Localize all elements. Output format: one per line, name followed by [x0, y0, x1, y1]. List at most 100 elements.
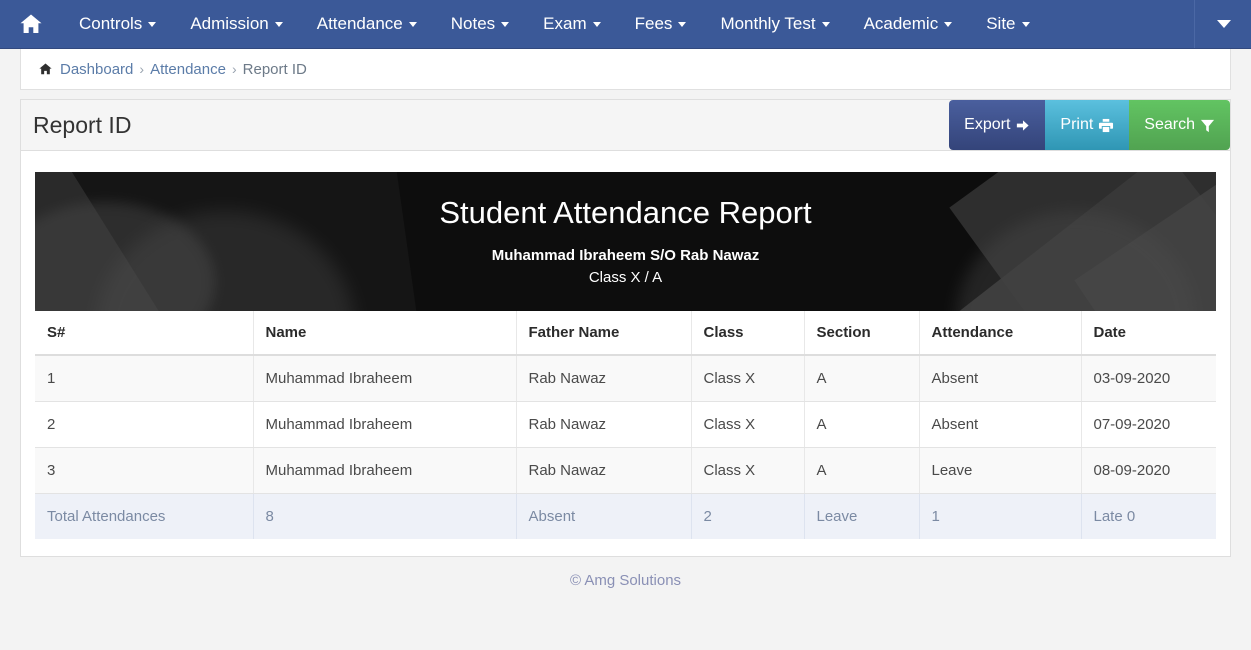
totals-late: Late 0 [1081, 493, 1216, 539]
column-header-date: Date [1081, 311, 1216, 356]
breadcrumb-item-report-id: Report ID [242, 60, 307, 78]
cell-serial: 3 [35, 447, 254, 494]
breadcrumb-separator: › [231, 61, 237, 77]
cell-father: Rab Nawaz [516, 447, 692, 494]
breadcrumb: Dashboard › Attendance › Report ID [20, 49, 1231, 90]
cell-date: 08-09-2020 [1081, 447, 1216, 494]
totals-total-value: 8 [253, 493, 517, 539]
nav-item-label: Admission [190, 14, 269, 33]
breadcrumb-item-attendance[interactable]: Attendance [150, 61, 226, 78]
totals-label: Total Attendances [35, 493, 254, 539]
report-banner: Student Attendance Report Muhammad Ibrah… [35, 172, 1216, 311]
banner-shape [395, 172, 1135, 311]
banner-shape [949, 172, 1216, 311]
nav-item-label: Site [986, 14, 1016, 33]
cell-serial: 1 [35, 355, 254, 402]
report-subtitle: Muhammad Ibraheem S/O Rab Nawaz Class X … [492, 245, 760, 289]
banner-shape [1074, 172, 1216, 311]
nav-item-exam[interactable]: Exam [526, 0, 617, 48]
filter-icon [1200, 118, 1215, 133]
nav-item-label: Exam [543, 14, 587, 33]
search-button[interactable]: Search [1129, 100, 1230, 150]
nav-item-label: Monthly Test [720, 14, 816, 33]
totals-leave-value: 1 [919, 493, 1082, 539]
chevron-down-icon [821, 21, 830, 27]
nav-item-label: Controls [79, 14, 143, 33]
report-panel: Report ID Export Print Search Student At… [20, 99, 1231, 557]
cell-class: Class X [691, 355, 805, 402]
cell-class: Class X [691, 447, 805, 494]
cell-name: Muhammad Ibraheem [253, 401, 517, 448]
chevron-down-icon [501, 21, 510, 27]
report-title: Student Attendance Report [439, 194, 812, 230]
report-student-name: Muhammad Ibraheem S/O Rab Nawaz [491, 246, 760, 264]
nav-item-fees[interactable]: Fees [618, 0, 704, 48]
nav-item-monthly-test[interactable]: Monthly Test [703, 0, 846, 48]
column-header-father: Father Name [516, 311, 692, 356]
totals-leave-label: Leave [804, 493, 920, 539]
search-button-label: Search [1144, 116, 1195, 133]
nav-item-notes[interactable]: Notes [434, 0, 526, 48]
column-header-class: Class [691, 311, 805, 356]
table-header-row: S# Name Father Name Class Section Attend… [35, 311, 1216, 356]
table-row: 2 Muhammad Ibraheem Rab Nawaz Class X A … [35, 401, 1216, 448]
banner-shape [95, 211, 355, 311]
panel-heading: Report ID Export Print Search [21, 100, 1230, 151]
nav-item-label: Academic [863, 14, 939, 33]
totals-absent-label: Absent [516, 493, 692, 539]
banner-shape [956, 211, 1196, 311]
chevron-down-icon [592, 21, 601, 27]
table-totals-row: Total Attendances 8 Absent 2 Leave 1 Lat… [35, 493, 1216, 539]
totals-absent-value: 2 [691, 493, 805, 539]
nav-item-label: Fees [634, 14, 673, 33]
chevron-down-icon [274, 21, 283, 27]
export-button-label: Export [964, 116, 1011, 133]
cell-section: A [804, 447, 920, 494]
chevron-down-icon [944, 21, 953, 27]
cell-serial: 2 [35, 401, 254, 448]
column-header-name: Name [253, 311, 517, 356]
column-header-section: Section [804, 311, 920, 356]
nav-item-list: Controls Admission Attendance Notes Exam Fees… [62, 0, 1047, 48]
page-footer: © Amg Solutions [0, 557, 1251, 604]
cell-class: Class X [691, 401, 805, 448]
arrow-right-icon [1015, 118, 1030, 133]
cell-name: Muhammad Ibraheem [253, 355, 517, 402]
print-button[interactable]: Print [1045, 100, 1130, 150]
table-row: 1 Muhammad Ibraheem Rab Nawaz Class X A … [35, 355, 1216, 402]
column-header-serial: S# [35, 311, 254, 356]
attendance-table: S# Name Father Name Class Section Attend… [35, 311, 1216, 539]
panel-action-buttons: Export Print Search [949, 100, 1230, 150]
page-title: Report ID [33, 111, 132, 138]
nav-item-label: Notes [450, 14, 496, 33]
printer-icon [1098, 118, 1114, 133]
nav-item-label: Attendance [316, 14, 403, 33]
nav-item-admission[interactable]: Admission [173, 0, 299, 48]
chevron-down-icon [408, 21, 417, 27]
cell-date: 03-09-2020 [1081, 355, 1216, 402]
export-button[interactable]: Export [949, 100, 1046, 150]
cell-name: Muhammad Ibraheem [253, 447, 517, 494]
cell-father: Rab Nawaz [516, 401, 692, 448]
footer-copyright: © Amg Solutions [569, 572, 682, 589]
table-body: 1 Muhammad Ibraheem Rab Nawaz Class X A … [35, 355, 1216, 539]
cell-attendance: Absent [919, 355, 1082, 402]
navbar-toggle-button[interactable] [1194, 0, 1251, 48]
cell-father: Rab Nawaz [516, 355, 692, 402]
chevron-down-icon [1217, 20, 1231, 28]
cell-date: 07-09-2020 [1081, 401, 1216, 448]
nav-item-site[interactable]: Site [969, 0, 1046, 48]
home-icon[interactable] [0, 0, 62, 48]
nav-item-controls[interactable]: Controls [62, 0, 173, 48]
breadcrumb-item-dashboard[interactable]: Dashboard [60, 61, 133, 78]
print-button-label: Print [1060, 116, 1094, 133]
report-class-section: Class X / A [588, 268, 663, 286]
column-header-attendance: Attendance [919, 311, 1082, 356]
cell-attendance: Leave [919, 447, 1082, 494]
cell-section: A [804, 401, 920, 448]
nav-item-academic[interactable]: Academic [847, 0, 970, 48]
home-icon [38, 62, 53, 76]
panel-body: Student Attendance Report Muhammad Ibrah… [21, 151, 1230, 556]
banner-shape [35, 202, 215, 311]
nav-item-attendance[interactable]: Attendance [300, 0, 434, 48]
